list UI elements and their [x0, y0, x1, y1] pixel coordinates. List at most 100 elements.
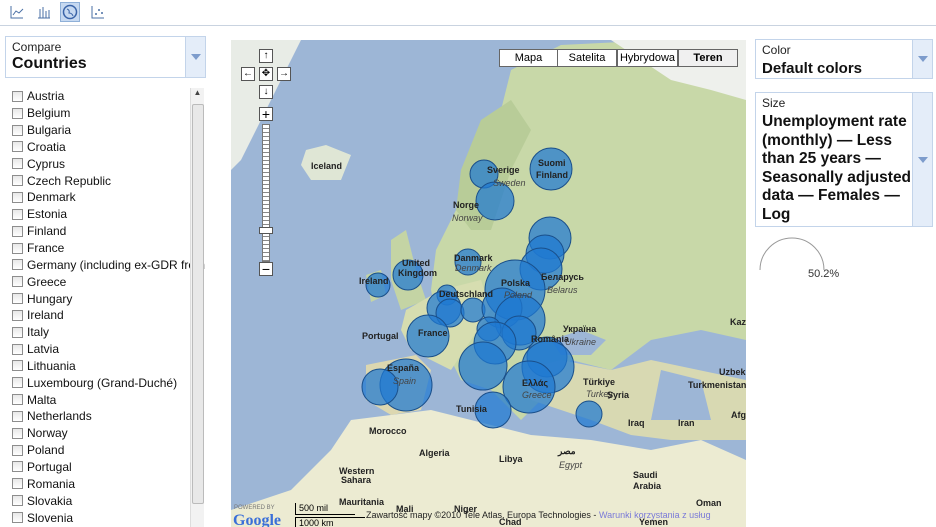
pan-center-icon[interactable]: ✥ [259, 67, 273, 81]
checkbox[interactable] [12, 141, 23, 153]
chevron-down-icon[interactable] [912, 40, 932, 78]
checkbox[interactable] [12, 124, 23, 136]
country-item[interactable]: Slovenia [6, 509, 206, 526]
checkbox[interactable] [12, 343, 23, 355]
scatter-icon[interactable] [88, 2, 108, 22]
country-item[interactable]: Cyprus [6, 155, 206, 172]
pan-up-icon[interactable]: ↑ [259, 49, 273, 63]
checkbox[interactable] [12, 326, 23, 338]
chevron-down-icon[interactable] [912, 93, 932, 226]
map-type-satelita[interactable]: Satelita [557, 49, 617, 67]
checkbox[interactable] [12, 175, 23, 187]
country-item[interactable]: Estonia [6, 206, 206, 223]
country-item[interactable]: Italy [6, 324, 206, 341]
checkbox[interactable] [12, 512, 23, 524]
pan-left-icon[interactable]: ← [241, 67, 255, 81]
checkbox[interactable] [12, 225, 23, 237]
country-item[interactable]: Germany (including ex-GDR from [6, 256, 206, 273]
checkbox[interactable] [12, 191, 23, 203]
country-item[interactable]: Austria [6, 88, 206, 105]
country-item[interactable]: Norway [6, 425, 206, 442]
country-item[interactable]: Luxembourg (Grand-Duché) [6, 374, 206, 391]
map[interactable]: Iceland Sverige Sweden Suomi Finland Norge Nor… [231, 40, 746, 527]
country-bubble[interactable] [529, 147, 573, 191]
map-label-finland: Finland [536, 170, 568, 180]
scrollbar-thumb[interactable] [192, 104, 204, 504]
country-bubble[interactable] [458, 341, 508, 391]
country-item[interactable]: Czech Republic [6, 172, 206, 189]
checkbox[interactable] [12, 259, 23, 271]
country-item[interactable]: Ireland [6, 307, 206, 324]
checkbox[interactable] [12, 293, 23, 305]
checkbox[interactable] [12, 276, 23, 288]
map-label-polska: Polska [501, 278, 531, 288]
country-item[interactable]: Romania [6, 475, 206, 492]
checkbox[interactable] [12, 208, 23, 220]
zoom-slider[interactable] [262, 124, 270, 262]
country-item[interactable]: Latvia [6, 341, 206, 358]
country-bubble[interactable] [460, 297, 486, 323]
checkbox[interactable] [12, 377, 23, 389]
checkbox[interactable] [12, 90, 23, 102]
checkbox[interactable] [12, 394, 23, 406]
zoom-out-icon[interactable]: − [259, 262, 273, 276]
country-item[interactable]: Croatia [6, 139, 206, 156]
country-item[interactable]: Belgium [6, 105, 206, 122]
map-label-saudi2: Arabia [633, 481, 662, 491]
checkbox[interactable] [12, 309, 23, 321]
checkbox[interactable] [12, 410, 23, 422]
checkbox[interactable] [12, 360, 23, 372]
checkbox[interactable] [12, 427, 23, 439]
powered-by: POWERED BY [234, 505, 275, 511]
country-item[interactable]: Portugal [6, 459, 206, 476]
checkbox[interactable] [12, 242, 23, 254]
zoom-in-icon[interactable]: + [259, 107, 273, 121]
checkbox[interactable] [12, 461, 23, 473]
checkbox[interactable] [12, 158, 23, 170]
map-type-mapa[interactable]: Mapa [499, 49, 558, 67]
country-label: Lithuania [27, 358, 76, 373]
country-label: Malta [27, 392, 57, 407]
checkbox[interactable] [12, 444, 23, 456]
country-item[interactable]: Netherlands [6, 408, 206, 425]
line-chart-icon[interactable] [7, 2, 27, 22]
country-item[interactable]: Slovakia [6, 492, 206, 509]
map-type-hybrydowa[interactable]: Hybrydowa [617, 49, 678, 67]
map-copyright: Zawartość mapy ©2010 Tele Atlas, Europa … [366, 510, 711, 520]
copyright-text: Zawartość mapy ©2010 Tele Atlas, Europa … [366, 510, 597, 520]
size-legend-value: 50.2% [808, 268, 840, 280]
country-bubble[interactable] [361, 368, 399, 406]
google-logo[interactable]: Google [233, 512, 281, 527]
country-label: Croatia [27, 139, 66, 154]
country-item[interactable]: Hungary [6, 290, 206, 307]
checkbox[interactable] [12, 107, 23, 119]
map-icon[interactable] [60, 2, 80, 22]
map-label-uk2: Kingdom [398, 268, 437, 278]
country-item[interactable]: France [6, 240, 206, 257]
country-item[interactable]: Denmark [6, 189, 206, 206]
country-item[interactable]: Poland [6, 442, 206, 459]
country-bubble[interactable] [575, 400, 603, 428]
list-scrollbar[interactable]: ▲ [190, 88, 204, 527]
pan-right-icon[interactable]: → [277, 67, 291, 81]
terms-link[interactable]: Warunki korzystania z usług [599, 510, 711, 520]
map-label-ukraine: Ukraine [565, 337, 597, 347]
zoom-slider-handle[interactable] [259, 227, 273, 234]
size-dropdown[interactable]: Size Unemployment rate (monthly) — Less … [755, 92, 933, 227]
scroll-up-icon[interactable]: ▲ [191, 88, 204, 97]
country-list: Austria Belgium Bulgaria Croatia Cyprus Czech… [6, 88, 206, 527]
country-item[interactable]: Bulgaria [6, 122, 206, 139]
map-type-teren[interactable]: Teren [678, 49, 738, 67]
checkbox[interactable] [12, 495, 23, 507]
bar-chart-icon[interactable] [34, 2, 54, 22]
checkbox[interactable] [12, 478, 23, 490]
chevron-down-icon[interactable] [185, 37, 205, 77]
pan-down-icon[interactable]: ↓ [259, 85, 273, 99]
country-item[interactable]: Lithuania [6, 358, 206, 375]
country-item[interactable]: Malta [6, 391, 206, 408]
compare-dropdown[interactable]: Compare Countries [5, 36, 206, 78]
country-item[interactable]: Finland [6, 223, 206, 240]
map-label-ireland: Ireland [359, 276, 389, 286]
country-item[interactable]: Greece [6, 273, 206, 290]
color-dropdown[interactable]: Color Default colors [755, 39, 933, 79]
